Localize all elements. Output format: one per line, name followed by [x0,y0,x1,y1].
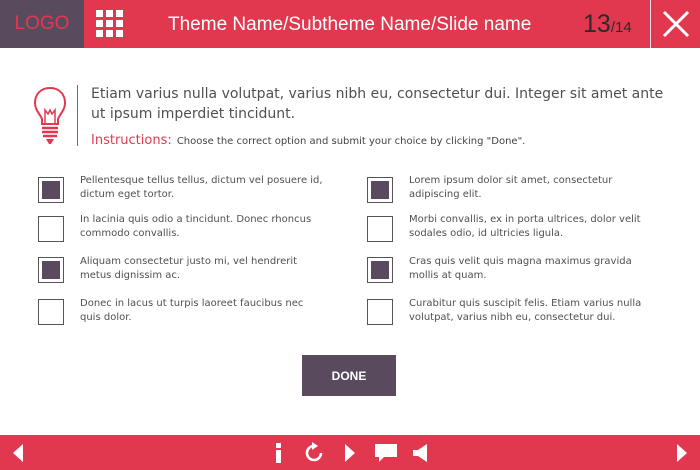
option-4-checkbox[interactable] [367,216,393,242]
next-arrow-icon [677,443,687,462]
option-7-checkbox[interactable] [38,299,64,325]
replay-button[interactable] [301,435,327,470]
option-2-checkbox[interactable] [367,177,393,203]
option-8-text: Curabitur quis suscipit felis. Etiam var… [409,298,642,323]
logo: LOGO [0,0,84,48]
comment-icon [375,443,397,462]
prev-arrow-icon [13,443,23,462]
play-button[interactable] [340,435,360,470]
menu-grid-icon[interactable] [96,10,126,38]
page-total: /14 [610,19,632,36]
info-icon [276,442,281,463]
footer-bar [0,435,700,470]
lightbulb-icon [33,86,67,144]
comment-button[interactable] [372,435,400,470]
prev-button[interactable] [6,435,30,470]
option-1-checkbox[interactable] [38,177,64,203]
option-5-text: Aliquam consectetur justo mi, vel hendre… [80,256,298,281]
option-6-checkbox[interactable] [367,257,393,283]
close-button[interactable] [650,0,700,48]
intro-text: Etiam varius nulla volutpat, varius nibh… [91,86,664,122]
instructions: Instructions: Choose the correct option … [91,129,681,148]
done-button[interactable]: DONE [302,355,396,396]
play-icon [345,443,355,462]
instructions-text: Choose the correct option and submit you… [176,136,526,147]
audio-icon [413,443,427,462]
page-counter: 13/14 [583,0,632,48]
option-2-text: Lorem ipsum dolor sit amet, consectetur … [409,175,613,200]
next-button[interactable] [670,435,694,470]
option-1-text: Pellentesque tellus tellus, dictum vel p… [80,175,323,200]
instructions-label: Instructions: [91,133,172,148]
page-title: Theme Name/Subtheme Name/Slide name [168,14,532,35]
audio-button[interactable] [408,435,434,470]
option-6-text: Cras quis velit quis magna maximus gravi… [409,256,632,281]
option-3-text: In lacinia quis odio a tincidunt. Donec … [80,214,312,239]
option-8-checkbox[interactable] [367,299,393,325]
replay-icon [305,441,323,461]
divider-line [77,85,78,146]
header-bar: LOGO Theme Name/Subtheme Name/Slide name… [0,0,700,48]
option-7-text: Donec in lacus ut turpis laoreet faucibu… [80,298,304,323]
option-5-checkbox[interactable] [38,257,64,283]
info-button[interactable] [268,435,288,470]
close-icon [662,10,690,38]
option-3-checkbox[interactable] [38,216,64,242]
page-current: 13 [583,10,611,38]
option-4-text: Morbi convallis, ex in porta ultrices, d… [409,214,641,239]
